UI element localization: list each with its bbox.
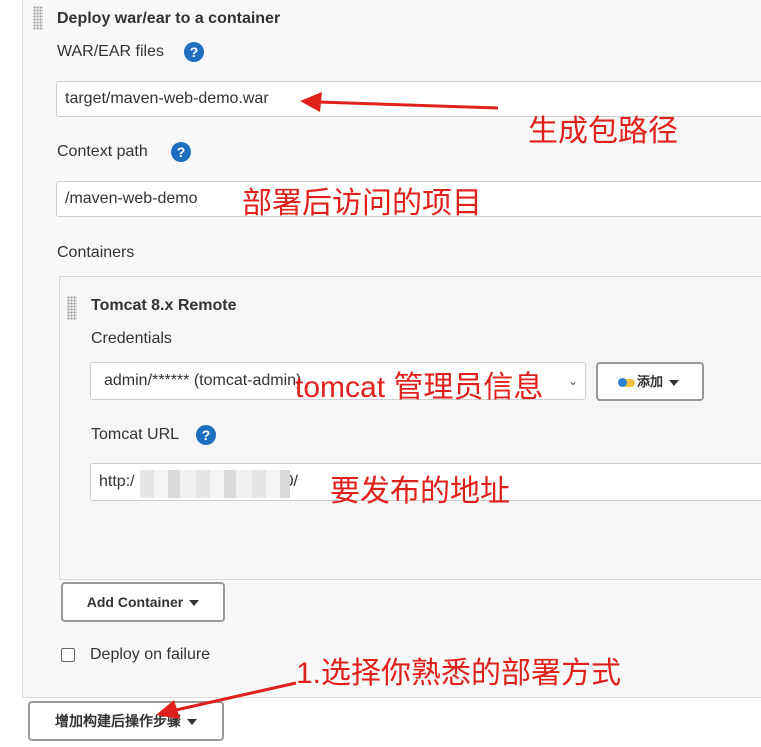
- credentials-label: Credentials: [91, 330, 172, 347]
- caret-down-icon: [669, 379, 679, 386]
- annotation-url: 要发布的地址: [330, 475, 510, 508]
- add-container-label: Add Container: [86, 594, 184, 610]
- annotation-war: 生成包路径: [528, 115, 678, 148]
- context-path-label: Context path: [57, 143, 148, 160]
- drag-handle-icon[interactable]: [33, 6, 43, 30]
- containers-label: Containers: [57, 244, 135, 261]
- url-prefix: http:/: [99, 473, 135, 490]
- deploy-on-failure-checkbox[interactable]: [61, 648, 75, 662]
- chevron-down-icon: ⌄: [568, 374, 579, 388]
- add-post-build-step-label: 增加构建后操作步骤: [55, 713, 181, 729]
- add-post-build-step-button[interactable]: 增加构建后操作步骤: [28, 701, 224, 741]
- add-container-button[interactable]: Add Container: [61, 582, 225, 622]
- caret-down-icon: [187, 719, 197, 726]
- caret-down-icon: [189, 600, 200, 607]
- help-icon[interactable]: ?: [171, 142, 191, 162]
- annotation-step: 1.选择你熟悉的部署方式: [296, 657, 622, 690]
- deploy-on-failure-label: Deploy on failure: [90, 646, 211, 663]
- add-credentials-label: 添加: [636, 374, 663, 389]
- drag-handle-icon[interactable]: [67, 296, 77, 320]
- annotation-credentials: tomcat 管理员信息: [295, 371, 544, 404]
- redacted-url-blur: [140, 470, 290, 498]
- key-icon: [617, 377, 635, 387]
- help-icon[interactable]: ?: [184, 42, 204, 62]
- section-title: Deploy war/ear to a container: [57, 10, 281, 27]
- container-title: Tomcat 8.x Remote: [91, 297, 237, 314]
- tomcat-url-label: Tomcat URL: [91, 426, 180, 443]
- annotation-context: 部署后访问的项目: [242, 187, 482, 220]
- war-files-label: WAR/EAR files: [57, 43, 164, 60]
- help-icon[interactable]: ?: [196, 425, 216, 445]
- add-credentials-button[interactable]: 添加: [596, 362, 704, 401]
